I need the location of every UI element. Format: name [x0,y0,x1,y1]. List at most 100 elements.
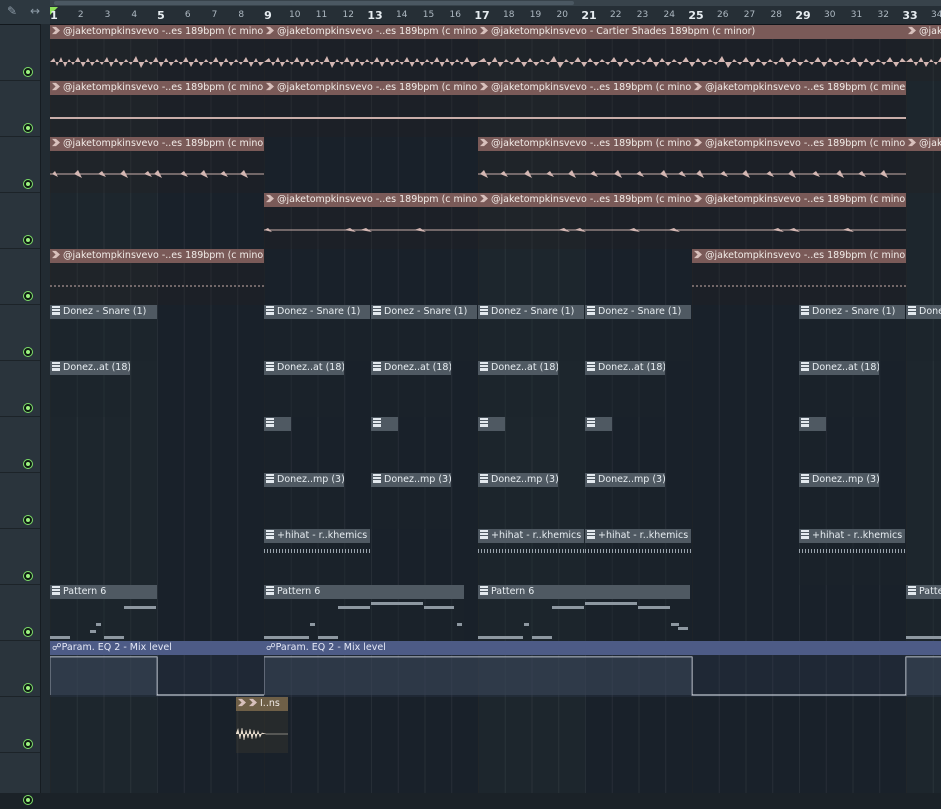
pattern-clip[interactable]: Donez..at (18) [264,361,344,417]
ruler-mark: 34 [931,10,941,20]
pattern-clip[interactable]: Done [906,305,941,361]
track-mute-led[interactable] [23,683,33,693]
pattern-clip-icon [908,586,916,595]
pattern-clip[interactable] [585,417,612,473]
ruler-mark: 6 [184,10,191,20]
pattern-clip[interactable]: Donez..mp (3) [264,473,344,529]
audio-clip[interactable]: @jaketompkinsvevo -..es 189bpm (c minor) [478,81,692,137]
pattern-clip[interactable]: Donez..mp (3) [478,473,558,529]
track-lane[interactable]: Pattern 6 Pattern 6 Pattern 6 Patte [50,585,941,642]
pattern-clip[interactable]: +hihat - r..khemics [585,529,691,585]
pattern-clip[interactable]: Donez - Snare (1) [264,305,370,361]
pattern-clip[interactable]: Donez - Snare (1) [371,305,477,361]
waveform [50,56,264,68]
automation-clip[interactable]: ☍Param. EQ 2 - Mix level [50,641,264,697]
clip-label: @jaketompkinsvevo -..es 189bpm (c minor) [491,194,692,205]
track-lane[interactable]: Donez..mp (3) Donez..mp (3) Donez..mp (3… [50,473,941,530]
ruler-mark: 27 [743,10,756,20]
track-mute-led[interactable] [23,515,33,525]
track-lane[interactable] [50,753,941,793]
pattern-clip[interactable]: Donez..at (18) [799,361,879,417]
pattern-clip[interactable]: +hihat - r..khemics [799,529,905,585]
track-mute-led[interactable] [23,403,33,413]
pattern-clip[interactable]: Patte [906,585,941,641]
audio-clip[interactable]: @jake [906,137,941,193]
pattern-clip[interactable]: Donez..mp (3) [799,473,879,529]
track-mute-led[interactable] [23,347,33,357]
track-lane[interactable]: +hihat - r..khemics +hihat - r..khemics … [50,529,941,586]
clip-label: @jaketompkinsvevo -..es 189bpm (c minor) [491,138,692,149]
track-lane[interactable] [50,417,941,474]
audio-clip[interactable]: @jaketompkinsvevo -..es 189bpm (c minor) [478,193,692,249]
pattern-clip[interactable]: Donez..at (18) [585,361,665,417]
pattern-clip[interactable]: Pattern 6 [264,585,464,641]
track-lane[interactable]: @jaketompkinsvevo -..es 189bpm (c minor)… [50,193,941,250]
audio-clip[interactable]: @jaketompkinsvevo -..es 189bpm (c mine [692,81,906,137]
pattern-clip[interactable]: Donez..at (18) [371,361,451,417]
audio-clip[interactable]: @jaketompkinsvevo -..es 189bpm (c minor) [692,137,906,193]
horizontal-scrollbar[interactable] [50,0,941,6]
audio-clip-icon [52,250,60,259]
audio-clip[interactable]: @jaketompkinsvevo -..es 189bpm (c minor) [692,193,906,249]
track-lane[interactable]: ☍Param. EQ 2 - Mix level ☍Param. EQ 2 - … [50,641,941,698]
track-mute-led[interactable] [23,739,33,749]
pattern-clip[interactable]: Donez - Snare (1) [799,305,905,361]
pencil-icon[interactable]: ✎ [7,4,17,18]
scrollbar-thumb[interactable] [54,1,574,5]
pattern-clip[interactable]: Donez..at (18) [478,361,558,417]
automation-clip[interactable]: ☍Param. EQ 2 - Mix level [264,641,941,697]
pattern-clip[interactable]: Pattern 6 [478,585,690,641]
track-divider [0,80,40,81]
pattern-clip[interactable]: Pattern 6 [50,585,157,641]
track-lane[interactable]: @jaketompkinsvevo -..es 189bpm (c minor)… [50,25,941,82]
track-lane[interactable]: Donez..at (18) Donez..at (18) Donez..at … [50,361,941,418]
audio-clip[interactable]: I..ns [236,697,288,753]
audio-clip[interactable]: @jake [906,25,941,81]
track-lane[interactable]: Donez - Snare (1) Donez - Snare (1) Done… [50,305,941,362]
track-mute-led[interactable] [23,459,33,469]
pattern-clip[interactable]: Donez - Snare (1) [585,305,691,361]
track-mute-led[interactable] [23,123,33,133]
track-mute-led[interactable] [23,571,33,581]
pattern-clip[interactable]: +hihat - r..khemics [478,529,584,585]
pattern-clip-icon [801,362,809,371]
audio-clip[interactable]: @jaketompkinsvevo -..es 189bpm (c minor) [264,81,478,137]
pattern-clip[interactable]: Donez - Snare (1) [50,305,157,361]
clip-label: I..ns [260,698,280,709]
audio-clip[interactable]: @jaketompkinsvevo -..es 189bpm (c minor) [264,193,478,249]
track-lane[interactable]: @jaketompkinsvevo -..es 189bpm (c minor)… [50,137,941,194]
track-mute-led[interactable] [23,291,33,301]
resize-arrows-icon[interactable]: ↔ [30,4,40,18]
clip-label: Patte [919,586,941,597]
track-mute-led[interactable] [23,627,33,637]
pattern-clip[interactable]: Donez..at (18) [50,361,130,417]
audio-clip[interactable]: @jaketompkinsvevo -..es 189bpm (c minor) [50,81,264,137]
audio-clip[interactable]: @jaketompkinsvevo -..es 189bpm (c minor) [264,25,478,81]
timeline-ruler[interactable]: 1 2 3 4 5 6 7 8 9 10 11 12 13 14 15 16 17 18 19 20 21 22 23 24 2… [50,0,941,25]
track-lane[interactable]: I..ns [50,697,941,754]
pattern-clip-icon [266,530,274,539]
track-lane[interactable]: @jaketompkinsvevo -..es 189bpm (c minor)… [50,81,941,138]
pattern-clip[interactable] [264,417,291,473]
audio-clip-icon [480,194,488,203]
audio-clip[interactable]: @jaketompkinsvevo -..es 189bpm (c minor) [478,137,692,193]
waveform [478,56,906,68]
audio-clip[interactable]: @jaketompkinsvevo -..es 189bpm (c minor) [50,137,264,193]
playlist-lanes[interactable]: @jaketompkinsvevo -..es 189bpm (c minor)… [50,25,941,793]
track-mute-led[interactable] [23,179,33,189]
audio-clip[interactable]: @jaketompkinsvevo - Cartier Shades 189bp… [478,25,906,81]
pattern-clip[interactable]: Donez - Snare (1) [478,305,584,361]
pattern-clip[interactable] [478,417,505,473]
audio-clip[interactable]: @jaketompkinsvevo -..es 189bpm (c minor) [692,249,906,305]
track-lane[interactable]: @jaketompkinsvevo -..es 189bpm (c minor)… [50,249,941,306]
pattern-clip[interactable] [799,417,826,473]
audio-clip[interactable]: @jaketompkinsvevo -..es 189bpm (c minor) [50,25,264,81]
track-mute-led[interactable] [23,795,33,805]
track-mute-led[interactable] [23,235,33,245]
pattern-clip[interactable] [371,417,398,473]
pattern-clip[interactable]: +hihat - r..khemics [264,529,370,585]
audio-clip[interactable]: @jaketompkinsvevo -..es 189bpm (c minor) [50,249,264,305]
pattern-clip[interactable]: Donez..mp (3) [371,473,451,529]
track-mute-led[interactable] [23,67,33,77]
pattern-clip[interactable]: Donez..mp (3) [585,473,665,529]
